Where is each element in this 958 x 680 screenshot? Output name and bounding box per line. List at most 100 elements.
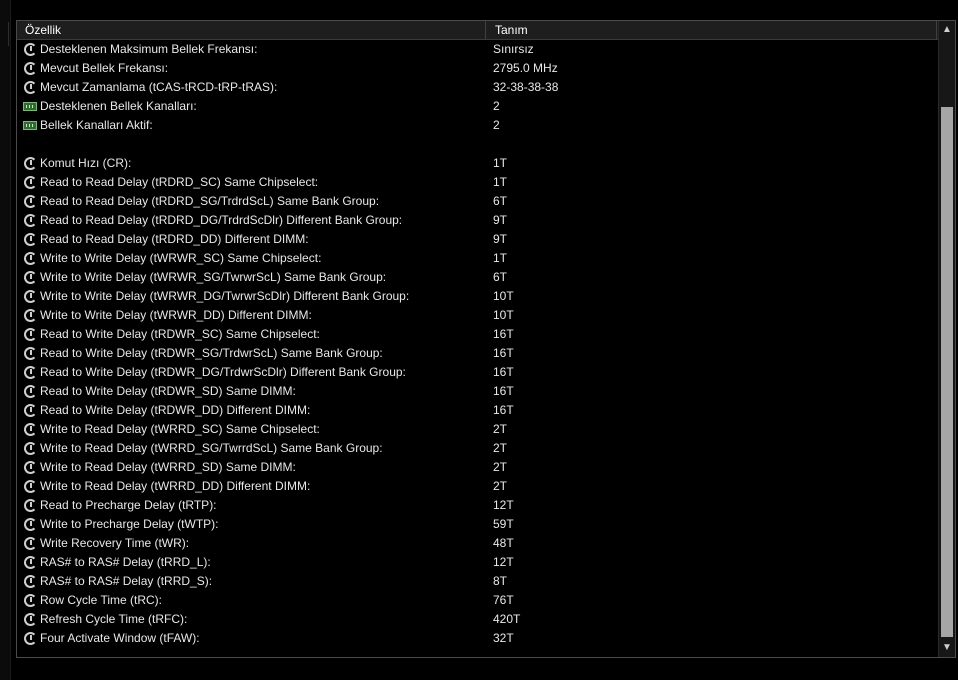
table-row[interactable] — [17, 135, 939, 154]
property-name: Write to Read Delay (tWRRD_DD) Different… — [40, 479, 311, 493]
table-row[interactable]: Read to Precharge Delay (tRTP): 12T — [17, 496, 939, 515]
clock-icon — [23, 157, 37, 170]
clock-icon — [23, 43, 37, 56]
table-row[interactable]: Four Activate Window (tFAW): 32T — [17, 629, 939, 648]
table-row[interactable]: Read to Write Delay (tRDWR_SG/TrdwrScL) … — [17, 344, 939, 363]
property-list-view[interactable]: Özellik Tanım Desteklenen Maksimum Belle… — [16, 20, 956, 658]
clock-icon — [23, 233, 37, 246]
property-value: 1T — [493, 251, 508, 265]
clock-icon — [23, 461, 37, 474]
list-header: Özellik Tanım — [17, 21, 955, 40]
table-row[interactable]: Read to Write Delay (tRDWR_DG/TrdwrScDlr… — [17, 363, 939, 382]
clock-icon — [23, 575, 37, 588]
property-value: 12T — [493, 555, 514, 569]
property-value: 16T — [493, 365, 514, 379]
table-row[interactable]: Write Recovery Time (tWR): 48T — [17, 534, 939, 553]
property-name: Read to Read Delay (tRDRD_SG/TrdrdScL) S… — [40, 194, 380, 208]
table-row[interactable]: Write to Read Delay (tWRRD_SG/TwrrdScL) … — [17, 439, 939, 458]
table-row[interactable]: Write to Read Delay (tWRRD_DD) Different… — [17, 477, 939, 496]
property-name: Row Cycle Time (tRC): — [40, 593, 163, 607]
table-row[interactable]: Komut Hızı (CR): 1T — [17, 154, 939, 173]
property-value: 32T — [493, 631, 514, 645]
property-name: Four Activate Window (tFAW): — [40, 631, 200, 645]
scroll-down-icon[interactable]: ▼ — [939, 639, 955, 657]
column-header-property[interactable]: Özellik — [25, 21, 61, 39]
property-value: 2795.0 MHz — [493, 61, 558, 75]
property-name: Write to Read Delay (tWRRD_SC) Same Chip… — [40, 422, 320, 436]
table-row[interactable]: Read to Read Delay (tRDRD_DD) Different … — [17, 230, 939, 249]
property-value: 2 — [493, 118, 500, 132]
table-row[interactable]: Desteklenen Maksimum Bellek Frekansı: Sın… — [17, 40, 939, 59]
property-name: Mevcut Bellek Frekansı: — [40, 61, 169, 75]
clock-icon — [23, 556, 37, 569]
table-row[interactable]: Read to Write Delay (tRDWR_SD) Same DIMM… — [17, 382, 939, 401]
scroll-up-icon[interactable]: ▲ — [939, 21, 955, 39]
table-row[interactable]: Write to Write Delay (tWRWR_DD) Differen… — [17, 306, 939, 325]
property-value: 2T — [493, 441, 508, 455]
table-row[interactable]: Refresh Cycle Time (tRFC): 420T — [17, 610, 939, 629]
property-name: Read to Write Delay (tRDWR_SG/TrdwrScL) … — [40, 346, 383, 360]
clock-icon — [23, 632, 37, 645]
left-panel-edge — [0, 0, 11, 680]
property-value: 8T — [493, 574, 508, 588]
table-row[interactable]: Read to Read Delay (tRDRD_SG/TrdrdScL) S… — [17, 192, 939, 211]
clock-icon — [23, 404, 37, 417]
clock-icon — [23, 62, 37, 75]
table-row[interactable]: Write to Write Delay (tWRWR_SG/TwrwrScL)… — [17, 268, 939, 287]
clock-icon — [23, 252, 37, 265]
clock-icon — [23, 271, 37, 284]
clock-icon — [23, 537, 37, 550]
property-value: 2T — [493, 460, 508, 474]
property-value: 10T — [493, 289, 514, 303]
column-header-value[interactable]: Tanım — [495, 21, 528, 39]
property-value: 6T — [493, 194, 508, 208]
table-row[interactable]: RAS# to RAS# Delay (tRRD_L): 12T — [17, 553, 939, 572]
property-name: Read to Read Delay (tRDRD_DD) Different … — [40, 232, 309, 246]
property-value: 76T — [493, 593, 514, 607]
property-value: 9T — [493, 213, 508, 227]
property-value: 48T — [493, 536, 514, 550]
table-row[interactable]: Write to Write Delay (tWRWR_SC) Same Chi… — [17, 249, 939, 268]
clock-icon — [23, 594, 37, 607]
property-name: Write to Read Delay (tWRRD_SD) Same DIMM… — [40, 460, 296, 474]
table-row[interactable]: Write to Precharge Delay (tWTP): 59T — [17, 515, 939, 534]
property-name: Desteklenen Maksimum Bellek Frekansı: — [40, 42, 258, 56]
table-row[interactable]: RAS# to RAS# Delay (tRRD_S): 8T — [17, 572, 939, 591]
clock-icon — [23, 195, 37, 208]
property-name: Read to Read Delay (tRDRD_SC) Same Chips… — [40, 175, 319, 189]
property-name: RAS# to RAS# Delay (tRRD_S): — [40, 574, 213, 588]
property-value: 6T — [493, 270, 508, 284]
property-value: 16T — [493, 403, 514, 417]
property-rows: Desteklenen Maksimum Bellek Frekansı: Sın… — [17, 40, 939, 657]
table-row[interactable]: Bellek Kanalları Aktif: 2 — [17, 116, 939, 135]
clock-icon — [23, 290, 37, 303]
table-row[interactable]: Read to Read Delay (tRDRD_SC) Same Chips… — [17, 173, 939, 192]
clock-icon — [23, 366, 37, 379]
property-name: Write to Precharge Delay (tWTP): — [40, 517, 219, 531]
table-row[interactable]: Read to Read Delay (tRDRD_DG/TrdrdScDlr)… — [17, 211, 939, 230]
property-value: 1T — [493, 175, 508, 189]
clock-icon — [23, 499, 37, 512]
property-name: Komut Hızı (CR): — [40, 156, 132, 170]
memory-chip-icon — [23, 119, 37, 132]
table-row[interactable]: Mevcut Zamanlama (tCAS-tRCD-tRP-tRAS): 32… — [17, 78, 939, 97]
property-value: 16T — [493, 384, 514, 398]
table-row[interactable]: Write to Write Delay (tWRWR_DG/TwrwrScDl… — [17, 287, 939, 306]
table-row[interactable]: Row Cycle Time (tRC): 76T — [17, 591, 939, 610]
vertical-scrollbar[interactable]: ▲ ▼ — [938, 21, 955, 657]
table-row[interactable]: Mevcut Bellek Frekansı: 2795.0 MHz — [17, 59, 939, 78]
property-name: Read to Write Delay (tRDWR_DG/TrdwrScDlr… — [40, 365, 406, 379]
property-name: Read to Read Delay (tRDRD_DG/TrdrdScDlr)… — [40, 213, 403, 227]
table-row[interactable]: Read to Write Delay (tRDWR_SC) Same Chip… — [17, 325, 939, 344]
clock-icon — [23, 347, 37, 360]
table-row[interactable]: Desteklenen Bellek Kanalları: 2 — [17, 97, 939, 116]
property-value: Sınırsız — [493, 42, 534, 56]
table-row[interactable]: Read to Write Delay (tRDWR_DD) Different… — [17, 401, 939, 420]
table-row[interactable]: Write to Read Delay (tWRRD_SC) Same Chip… — [17, 420, 939, 439]
scrollbar-thumb[interactable] — [941, 107, 953, 637]
property-value: 2 — [493, 99, 500, 113]
table-row[interactable]: Write to Read Delay (tWRRD_SD) Same DIMM… — [17, 458, 939, 477]
property-name: RAS# to RAS# Delay (tRRD_L): — [40, 555, 211, 569]
status-area — [16, 660, 956, 680]
property-value: 2T — [493, 479, 508, 493]
